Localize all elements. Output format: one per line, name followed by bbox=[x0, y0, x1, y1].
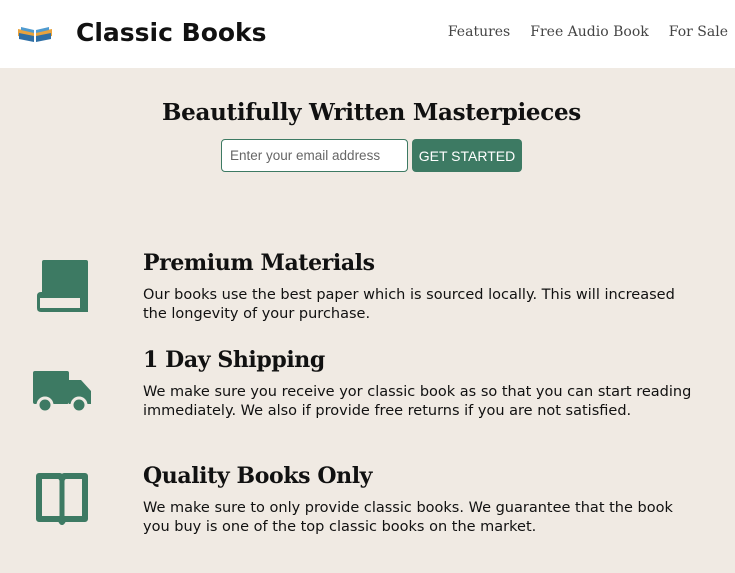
nav-link-features[interactable]: Features bbox=[448, 24, 510, 40]
open-book-icon bbox=[36, 473, 88, 525]
get-started-button[interactable]: GET STARTED bbox=[412, 139, 522, 172]
feature-description: Our books use the best paper which is so… bbox=[143, 287, 675, 322]
brand-name[interactable]: Classic Books bbox=[76, 18, 267, 47]
hero-title: Beautifully Written Masterpieces bbox=[162, 99, 581, 126]
nav-link-for-sale[interactable]: For Sale bbox=[669, 24, 728, 40]
main-nav: Features Free Audio Book For Sale bbox=[428, 24, 728, 40]
nav-link-free-audio-book[interactable]: Free Audio Book bbox=[530, 24, 649, 40]
feature-title: Quality Books Only bbox=[143, 463, 373, 489]
feature-description: We make sure you receive yor classic boo… bbox=[143, 384, 692, 419]
open-book-logo-icon[interactable] bbox=[17, 25, 53, 43]
feature-title: Premium Materials bbox=[143, 250, 375, 276]
site-header: Classic Books Features Free Audio Book F… bbox=[0, 0, 735, 68]
feature-title: 1 Day Shipping bbox=[143, 347, 325, 373]
truck-icon bbox=[33, 371, 91, 413]
feature-description: We make sure to only provide classic boo… bbox=[143, 500, 673, 535]
book-icon bbox=[37, 260, 88, 312]
email-input[interactable] bbox=[221, 139, 408, 172]
